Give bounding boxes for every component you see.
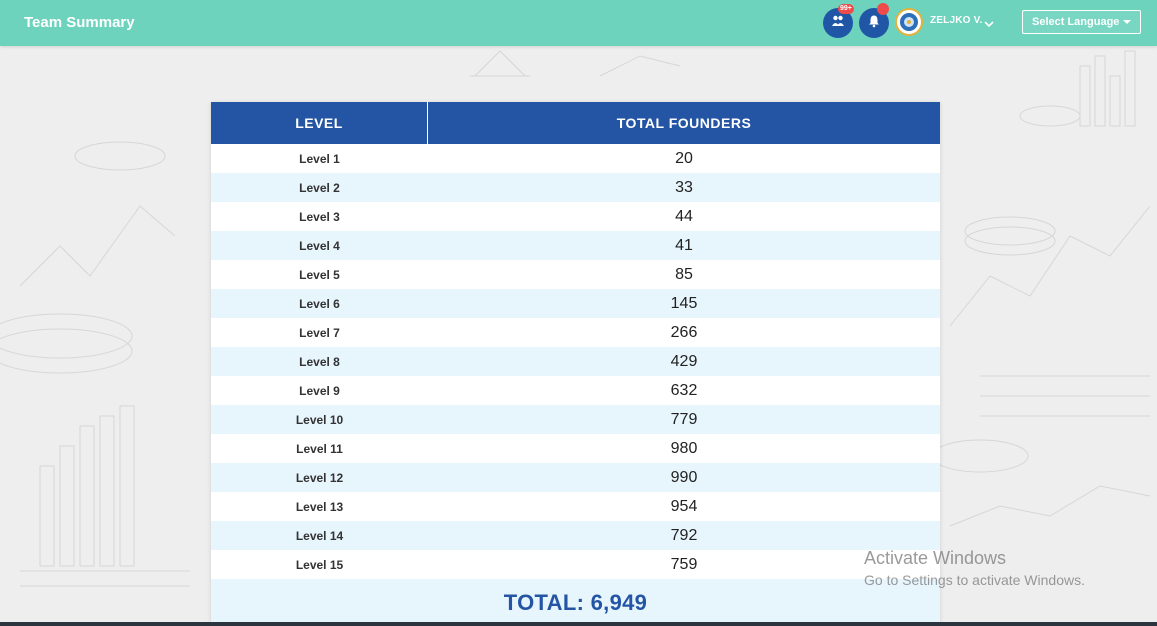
table-body: Level 1 20 Level 2 33 Level 3 44 Level 4 41 … xyxy=(211,144,940,579)
founders-count-cell: 20 xyxy=(675,149,693,167)
notification-dot xyxy=(877,3,889,15)
founders-count-cell: 792 xyxy=(670,526,698,544)
column-header-total-founders: TOTAL FOUNDERS xyxy=(616,115,752,131)
level-cell: Level 8 xyxy=(299,354,340,369)
avatar-emblem-icon xyxy=(900,13,918,31)
top-navbar: Team Summary 99+ ZELJKO V. Select Langua… xyxy=(0,0,1157,46)
level-cell: Level 13 xyxy=(295,499,344,514)
table-row: Level 7 266 xyxy=(211,318,940,347)
table-row: Level 6 145 xyxy=(211,289,940,318)
level-cell: Level 9 xyxy=(299,383,340,398)
table-row: Level 8 429 xyxy=(211,347,940,376)
table-row: Level 1 20 xyxy=(211,144,940,173)
activate-windows-watermark: Activate Windows Go to Settings to activ… xyxy=(864,548,1085,588)
team-summary-card: LEVEL TOTAL FOUNDERS Level 1 20 Level 2 33… xyxy=(211,102,940,624)
table-row: Level 2 33 xyxy=(211,173,940,202)
language-select-label: Select Language xyxy=(1032,16,1120,28)
founders-count-cell: 954 xyxy=(670,497,698,515)
level-cell: Level 14 xyxy=(295,528,344,543)
table-row: Level 12 990 xyxy=(211,463,940,492)
watermark-title: Activate Windows xyxy=(864,548,1007,568)
total-founders: TOTAL: 6,949 xyxy=(211,579,940,624)
level-cell: Level 4 xyxy=(299,238,340,253)
column-header-level: LEVEL xyxy=(211,102,428,144)
table-row: Level 13 954 xyxy=(211,492,940,521)
level-cell: Level 1 xyxy=(299,151,340,166)
avatar[interactable] xyxy=(895,8,923,36)
language-select[interactable]: Select Language xyxy=(1022,10,1141,34)
bell-icon xyxy=(867,14,881,33)
founders-count-cell: 41 xyxy=(675,236,693,254)
caret-down-icon xyxy=(1123,20,1131,24)
taskbar-edge xyxy=(0,622,1157,626)
level-cell: Level 7 xyxy=(299,325,340,340)
level-cell: Level 5 xyxy=(299,267,340,282)
table-row: Level 10 779 xyxy=(211,405,940,434)
level-cell: Level 3 xyxy=(299,209,340,224)
level-cell: Level 15 xyxy=(295,557,344,572)
founders-count-cell: 266 xyxy=(670,323,698,341)
founders-count-cell: 779 xyxy=(670,410,698,428)
table-header: LEVEL TOTAL FOUNDERS xyxy=(211,102,940,144)
table-row: Level 5 85 xyxy=(211,260,940,289)
level-cell: Level 2 xyxy=(299,180,340,195)
table-row: Level 14 792 xyxy=(211,521,940,550)
founders-count-cell: 85 xyxy=(675,265,693,283)
level-cell: Level 10 xyxy=(295,412,344,427)
watermark-subtitle: Go to Settings to activate Windows. xyxy=(864,572,1085,588)
table-row: Level 15 759 xyxy=(211,550,940,579)
level-cell: Level 12 xyxy=(295,470,344,485)
table-row: Level 11 980 xyxy=(211,434,940,463)
founders-count-cell: 632 xyxy=(670,381,698,399)
team-count-badge: 99+ xyxy=(838,4,854,14)
table-row: Level 3 44 xyxy=(211,202,940,231)
founders-count-cell: 429 xyxy=(670,352,698,370)
table-row: Level 9 632 xyxy=(211,376,940,405)
founders-count-cell: 44 xyxy=(675,207,693,225)
founders-count-cell: 990 xyxy=(670,468,698,486)
user-name[interactable]: ZELJKO V. xyxy=(930,15,983,26)
team-icon xyxy=(831,14,845,33)
table-row: Level 4 41 xyxy=(211,231,940,260)
level-cell: Level 6 xyxy=(299,296,340,311)
founders-count-cell: 980 xyxy=(670,439,698,457)
founders-count-cell: 145 xyxy=(670,294,698,312)
chevron-down-icon[interactable] xyxy=(984,15,994,33)
level-cell: Level 11 xyxy=(296,441,343,456)
page-title: Team Summary xyxy=(24,14,135,31)
founders-count-cell: 33 xyxy=(675,178,693,196)
